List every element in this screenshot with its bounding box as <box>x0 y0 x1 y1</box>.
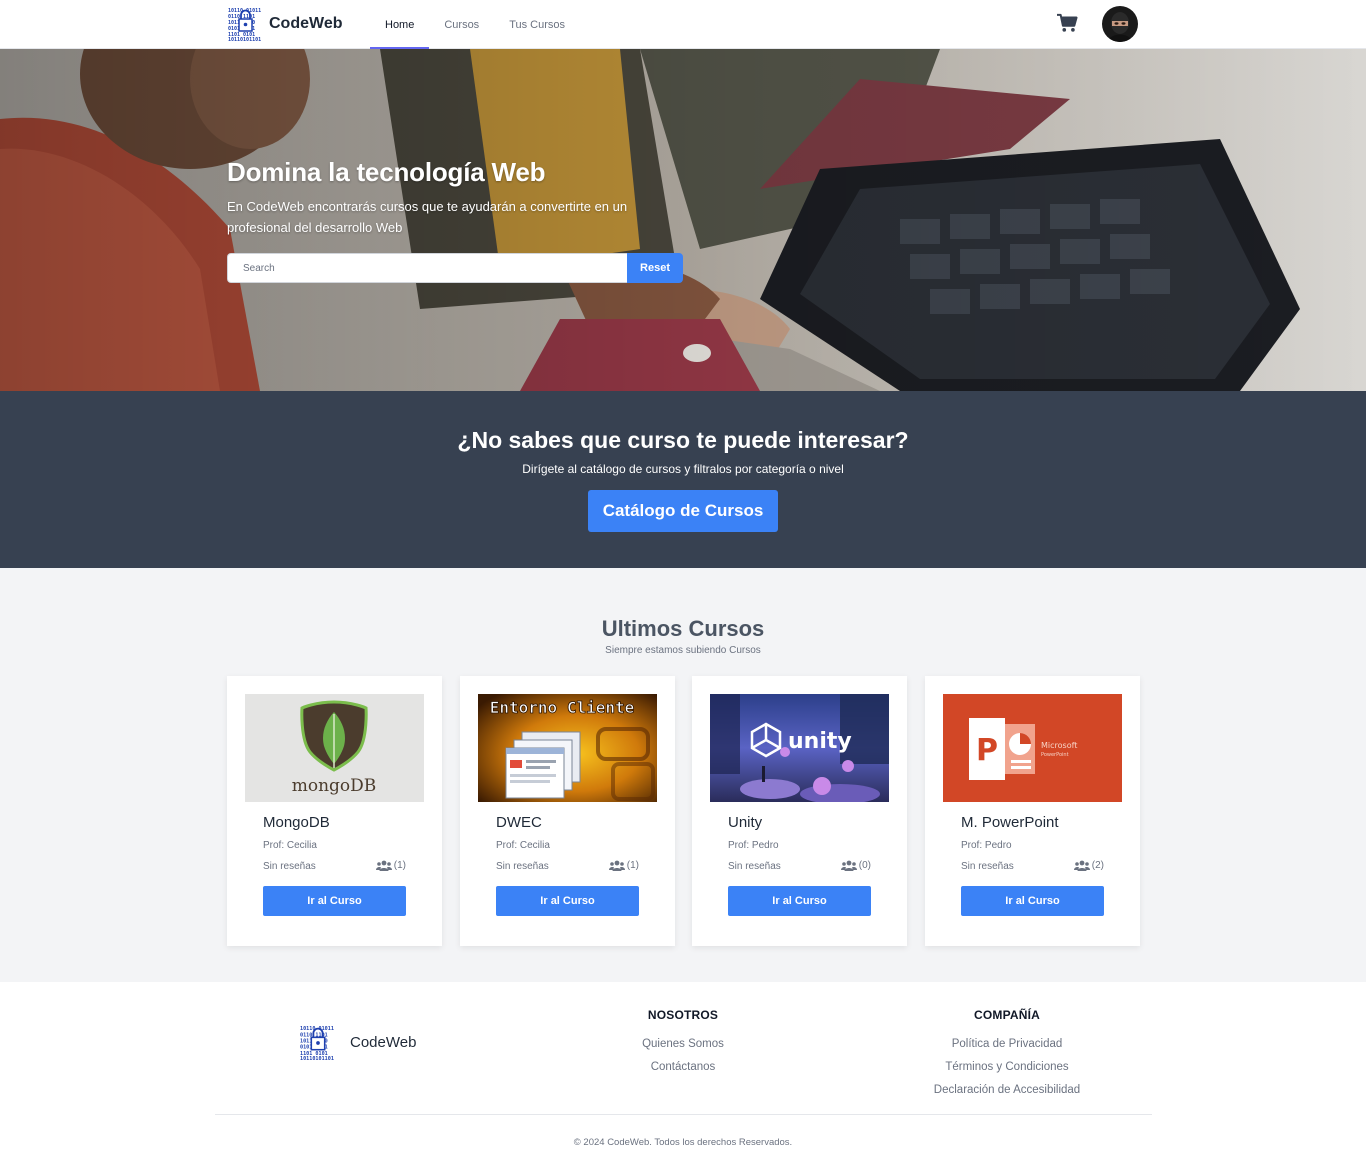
catalog-button[interactable]: Catálogo de Cursos <box>588 490 778 532</box>
course-students: (1) <box>375 860 406 871</box>
course-professor: Prof: Pedro <box>728 840 779 851</box>
course-reviews: Sin reseñas <box>263 861 316 872</box>
go-to-course-button[interactable]: Ir al Curso <box>728 886 871 916</box>
footer-brand[interactable]: 10110 01011 0110 1101 1011 0110 0101 101… <box>300 1025 416 1060</box>
codeweb-logo-icon: 10110 01011 0110 1101 1011 0110 0101 101… <box>228 7 263 41</box>
users-icon <box>1073 860 1090 871</box>
student-count: (0) <box>858 860 871 871</box>
hero-content: Domina la tecnología Web En CodeWeb enco… <box>227 157 687 238</box>
svg-text:unity: unity <box>788 729 852 754</box>
users-icon <box>608 860 625 871</box>
nav-link-cursos[interactable]: Cursos <box>429 0 494 48</box>
section-title: Ultimos Cursos <box>601 616 765 641</box>
course-students: (2) <box>1073 860 1104 871</box>
reset-button[interactable]: Reset <box>627 253 683 283</box>
cta-subtitle: Dirígete al catálogo de cursos y filtral… <box>522 462 844 476</box>
svg-text:mongoDB: mongoDB <box>292 776 377 796</box>
course-professor: Prof: Cecilia <box>496 840 550 851</box>
student-count: (1) <box>626 860 639 871</box>
course-professor: Prof: Cecilia <box>263 840 317 851</box>
search-input[interactable] <box>227 253 627 283</box>
course-image-unity: unity <box>710 694 889 802</box>
course-image-mongodb: mongoDB <box>245 694 424 802</box>
course-title[interactable]: M. PowerPoint <box>961 814 1059 831</box>
footer-heading: NOSOTROS <box>647 1008 719 1022</box>
footer-copyright: © 2024 CodeWeb. Todos los derechos Reser… <box>573 1137 793 1148</box>
footer-brand-name: CodeWeb <box>350 1034 417 1051</box>
footer-link-accesibilidad[interactable]: Declaración de Accesibilidad <box>907 1084 1107 1096</box>
svg-text:Entorno Cliente: Entorno Cliente <box>490 698 635 717</box>
hero-subtitle: En CodeWeb encontrarás cursos que te ayu… <box>227 199 628 235</box>
course-students: (0) <box>840 860 871 871</box>
section-subtitle: Siempre estamos subiendo Cursos <box>605 645 761 656</box>
latest-courses-section: Ultimos Cursos Siempre estamos subiendo … <box>0 568 1366 982</box>
cart-icon[interactable] <box>1056 13 1078 33</box>
course-card-unity: unity Unity Prof: Pedro Sin reseñas (0) … <box>692 676 907 946</box>
footer-link-quienes-somos[interactable]: Quienes Somos <box>603 1038 763 1050</box>
course-image-dwec: Entorno Cliente <box>478 694 657 802</box>
users-icon <box>375 860 392 871</box>
course-card-mongodb: mongoDB MongoDB Prof: Cecilia Sin reseña… <box>227 676 442 946</box>
nav-links: Home Cursos Tus Cursos <box>370 0 580 49</box>
footer-divider <box>215 1114 1152 1115</box>
user-avatar[interactable] <box>1102 6 1138 42</box>
footer: 10110 01011 0110 1101 1011 0110 0101 101… <box>0 982 1366 1175</box>
course-title[interactable]: DWEC <box>496 814 542 831</box>
course-card-powerpoint: P Microsoft PowerPoint M. PowerPoint Pro… <box>925 676 1140 946</box>
svg-text:Microsoft: Microsoft <box>1041 741 1077 750</box>
avatar-image <box>1102 6 1138 42</box>
hero-banner: Domina la tecnología Web En CodeWeb enco… <box>0 49 1366 391</box>
cta-title: ¿No sabes que curso te puede interesar? <box>457 427 909 453</box>
course-card-dwec: Entorno Cliente DWEC Prof: Cecilia Sin r… <box>460 676 675 946</box>
student-count: (2) <box>1091 860 1104 871</box>
svg-text:PowerPoint: PowerPoint <box>1041 752 1069 758</box>
footer-link-privacidad[interactable]: Política de Privacidad <box>907 1038 1107 1050</box>
nav-link-home[interactable]: Home <box>370 0 430 49</box>
codeweb-logo-icon: 10110 01011 0110 1101 1011 0110 0101 101… <box>300 1025 336 1060</box>
course-reviews: Sin reseñas <box>728 861 781 872</box>
brand-logo[interactable]: 10110 01011 0110 1101 1011 0110 0101 101… <box>228 7 342 41</box>
svg-text:10110101101: 10110101101 <box>228 37 261 41</box>
go-to-course-button[interactable]: Ir al Curso <box>961 886 1104 916</box>
course-title[interactable]: Unity <box>728 814 762 831</box>
footer-link-contactanos[interactable]: Contáctanos <box>603 1061 763 1073</box>
brand-name: CodeWeb <box>269 15 343 32</box>
footer-col-nosotros: NOSOTROS Quienes Somos Contáctanos <box>603 1008 763 1073</box>
hero-title: Domina la tecnología Web <box>227 157 546 187</box>
footer-link-terminos[interactable]: Términos y Condiciones <box>907 1061 1107 1073</box>
svg-text:P: P <box>976 733 998 768</box>
nav-link-tus-cursos[interactable]: Tus Cursos <box>494 0 580 48</box>
student-count: (1) <box>393 860 406 871</box>
top-navbar: 10110 01011 0110 1101 1011 0110 0101 101… <box>0 0 1366 49</box>
footer-heading: COMPAÑÍA <box>973 1008 1041 1022</box>
search-form: Reset <box>227 253 683 283</box>
go-to-course-button[interactable]: Ir al Curso <box>263 886 406 916</box>
go-to-course-button[interactable]: Ir al Curso <box>496 886 639 916</box>
svg-text:10110101101: 10110101101 <box>300 1056 334 1060</box>
course-reviews: Sin reseñas <box>496 861 549 872</box>
course-title[interactable]: MongoDB <box>263 814 330 831</box>
course-reviews: Sin reseñas <box>961 861 1014 872</box>
footer-col-compania: COMPAÑÍA Política de Privacidad Términos… <box>907 1008 1107 1096</box>
users-icon <box>840 860 857 871</box>
course-image-powerpoint: P Microsoft PowerPoint <box>943 694 1122 802</box>
course-students: (1) <box>608 860 639 871</box>
catalog-cta-section: ¿No sabes que curso te puede interesar? … <box>0 391 1366 568</box>
course-professor: Prof: Pedro <box>961 840 1012 851</box>
